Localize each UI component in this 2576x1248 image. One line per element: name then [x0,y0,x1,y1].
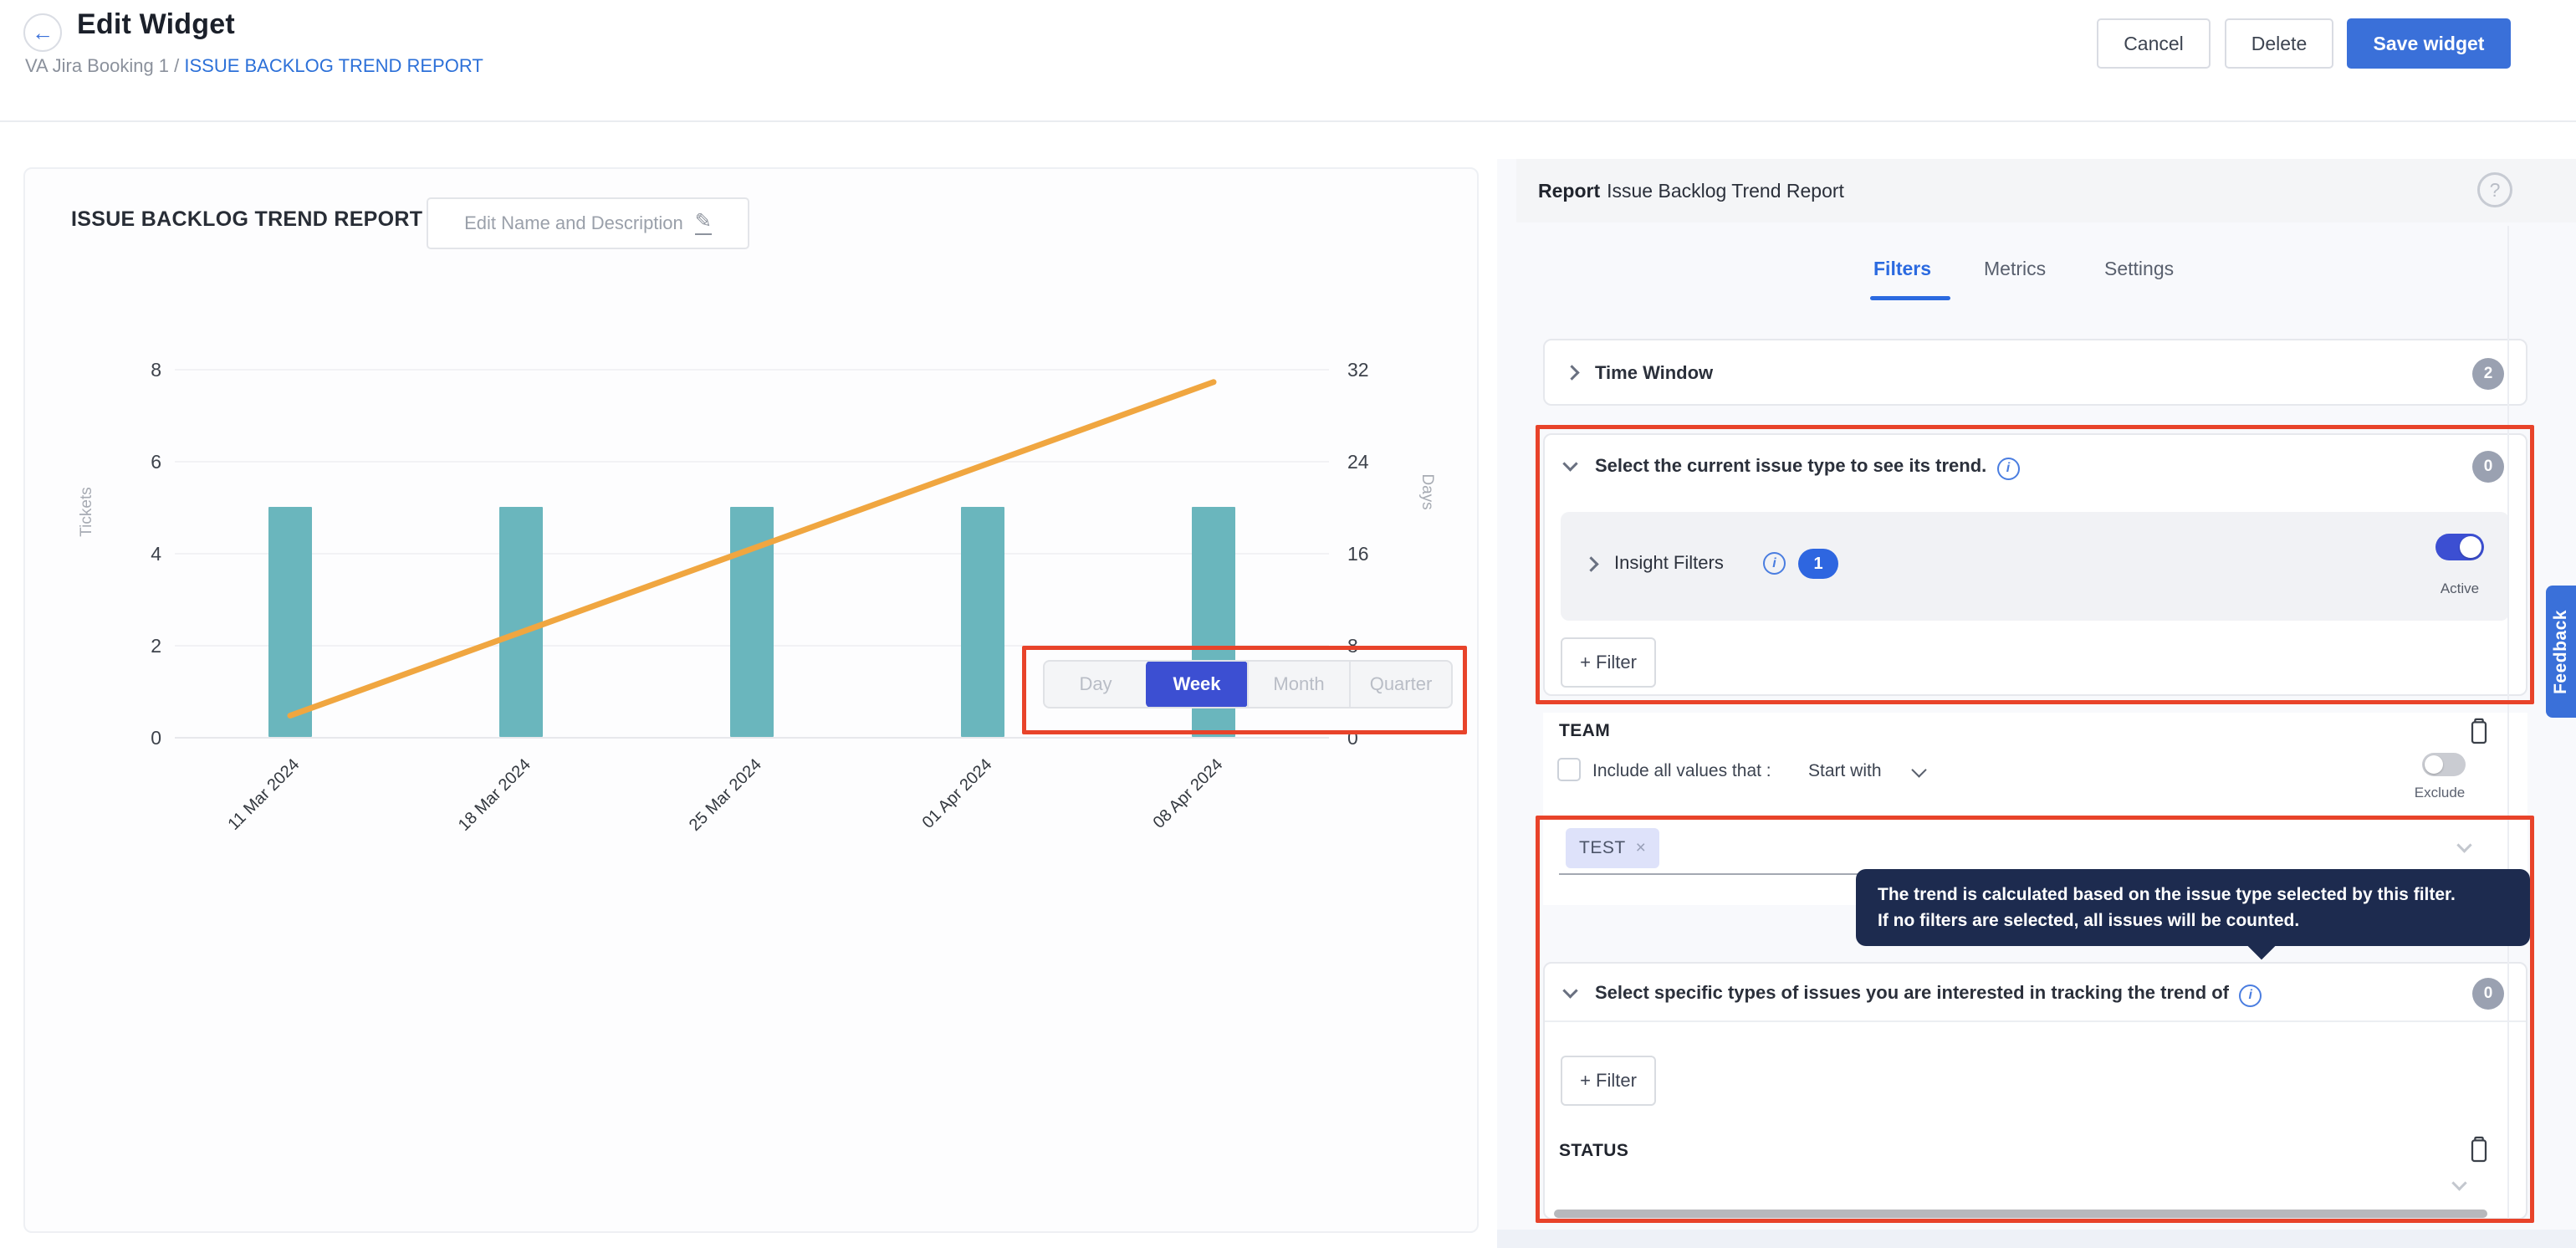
info-icon[interactable]: i [2239,985,2262,1007]
left-axis-tick: 6 [111,451,161,473]
status-label: STATUS [1559,1141,1628,1161]
help-icon: ? [2490,179,2501,202]
include-all-checkbox[interactable] [1557,758,1581,781]
trash-icon[interactable] [2466,1134,2494,1166]
tab-metrics[interactable]: Metrics [1984,258,2046,280]
save-widget-button[interactable]: Save widget [2347,18,2511,69]
back-button[interactable]: ← [23,13,62,52]
panel-scroll-track [2507,226,2509,1223]
feedback-tab[interactable]: Feedback [2546,586,2576,718]
panel-header-rest: Issue Backlog Trend Report [1607,180,1844,202]
granularity-option-day[interactable]: Day [1045,662,1147,707]
team-label: TEAM [1559,721,1610,741]
chevron-down-icon[interactable] [1562,456,1577,471]
exclude-toggle[interactable] [2422,753,2466,776]
granularity-option-month[interactable]: Month [1247,662,1349,707]
info-icon[interactable]: i [1997,458,2020,480]
tab-filters[interactable]: Filters [1873,258,1931,280]
right-axis-title: Days [1418,473,1436,509]
specific-types-label: Select specific types of issues you are … [1595,982,2262,1007]
panel-header-bold: Report [1538,180,1600,202]
horizontal-scrollbar[interactable] [1554,1210,2487,1218]
granularity-option-week[interactable]: Week [1146,661,1248,708]
cancel-button[interactable]: Cancel [2097,18,2211,69]
back-arrow-icon: ← [32,20,54,46]
active-toggle-label: Active [2432,581,2487,597]
time-window-label: Time Window [1595,362,1713,384]
include-all-label: Include all values that : [1592,761,1771,781]
header-divider [0,120,2576,122]
panel-header: Report Issue Backlog Trend Report [1516,159,2576,222]
insight-filters-label: Insight Filters [1614,552,1724,574]
time-window-section[interactable]: Time Window 2 [1543,339,2527,406]
breadcrumb: VA Jira Booking 1 / ISSUE BACKLOG TREND … [25,55,483,77]
breadcrumb-parent: VA Jira Booking 1 [25,55,169,76]
section-divider [1545,1020,2526,1022]
operator-dropdown[interactable]: Start with [1808,761,1882,781]
left-axis-tick: 4 [111,543,161,565]
chevron-right-icon[interactable] [1564,365,1579,380]
left-axis-tick: 2 [111,635,161,657]
right-axis-tick: 8 [1347,635,1398,657]
left-axis-tick: 0 [111,727,161,749]
edit-name-label: Edit Name and Description [464,212,683,234]
widget-title: ISSUE BACKLOG TREND REPORT [71,207,422,232]
tab-settings[interactable]: Settings [2104,258,2174,280]
active-tab-underline [1870,296,1950,300]
specific-types-section: Select specific types of issues you are … [1543,962,2527,1220]
add-filter-button[interactable]: + Filter [1561,1056,1656,1106]
active-toggle[interactable] [2435,534,2484,560]
delete-button[interactable]: Delete [2225,18,2333,69]
chevron-down-icon[interactable] [1562,983,1577,998]
page-title: Edit Widget [77,8,235,41]
specific-types-badge: 0 [2472,978,2504,1010]
issue-type-badge: 0 [2472,451,2504,483]
tooltip-line-1: The trend is calculated based on the iss… [1878,882,2508,908]
chevron-right-icon[interactable] [1583,556,1598,571]
left-axis-tick: 8 [111,359,161,381]
trash-icon[interactable] [2466,716,2494,748]
left-axis-title: Tickets [78,487,96,536]
page: ← Edit Widget VA Jira Booking 1 / ISSUE … [0,0,2576,1248]
info-icon[interactable]: i [1763,552,1786,575]
right-axis-tick: 24 [1347,451,1398,473]
issue-type-section-label: Select the current issue type to see its… [1595,455,2020,480]
edit-name-button[interactable]: Edit Name and Description ✎ [427,197,749,249]
breadcrumb-current[interactable]: ISSUE BACKLOG TREND REPORT [184,55,483,76]
right-axis-tick: 32 [1347,359,1398,381]
add-filter-button[interactable]: + Filter [1561,637,1656,688]
trend-tooltip: The trend is calculated based on the iss… [1856,869,2530,946]
pencil-icon: ✎ [695,212,712,235]
team-value-chip-label: TEST [1579,838,1626,858]
team-value-chip[interactable]: TEST × [1566,828,1659,868]
exclude-toggle-label: Exclude [2412,785,2467,801]
remove-chip-icon[interactable]: × [1636,838,1646,858]
right-axis-tick: 16 [1347,543,1398,565]
granularity-option-quarter[interactable]: Quarter [1349,662,1451,707]
feedback-tab-label: Feedback [2551,610,2571,694]
panel-header-title: Report Issue Backlog Trend Report [1538,180,1844,202]
tooltip-line-2: If no filters are selected, all issues w… [1878,908,2508,933]
help-button[interactable]: ? [2477,172,2512,207]
insight-filters-card[interactable]: Insight Filters i 1 Active [1561,512,2509,621]
breadcrumb-separator: / [169,55,184,76]
time-window-badge: 2 [2472,358,2504,390]
panel-bottom-strip [1497,1230,2576,1248]
right-axis-tick: 0 [1347,727,1398,749]
granularity-control: Day Week Month Quarter [1043,660,1453,708]
insight-filters-badge: 1 [1798,549,1838,579]
